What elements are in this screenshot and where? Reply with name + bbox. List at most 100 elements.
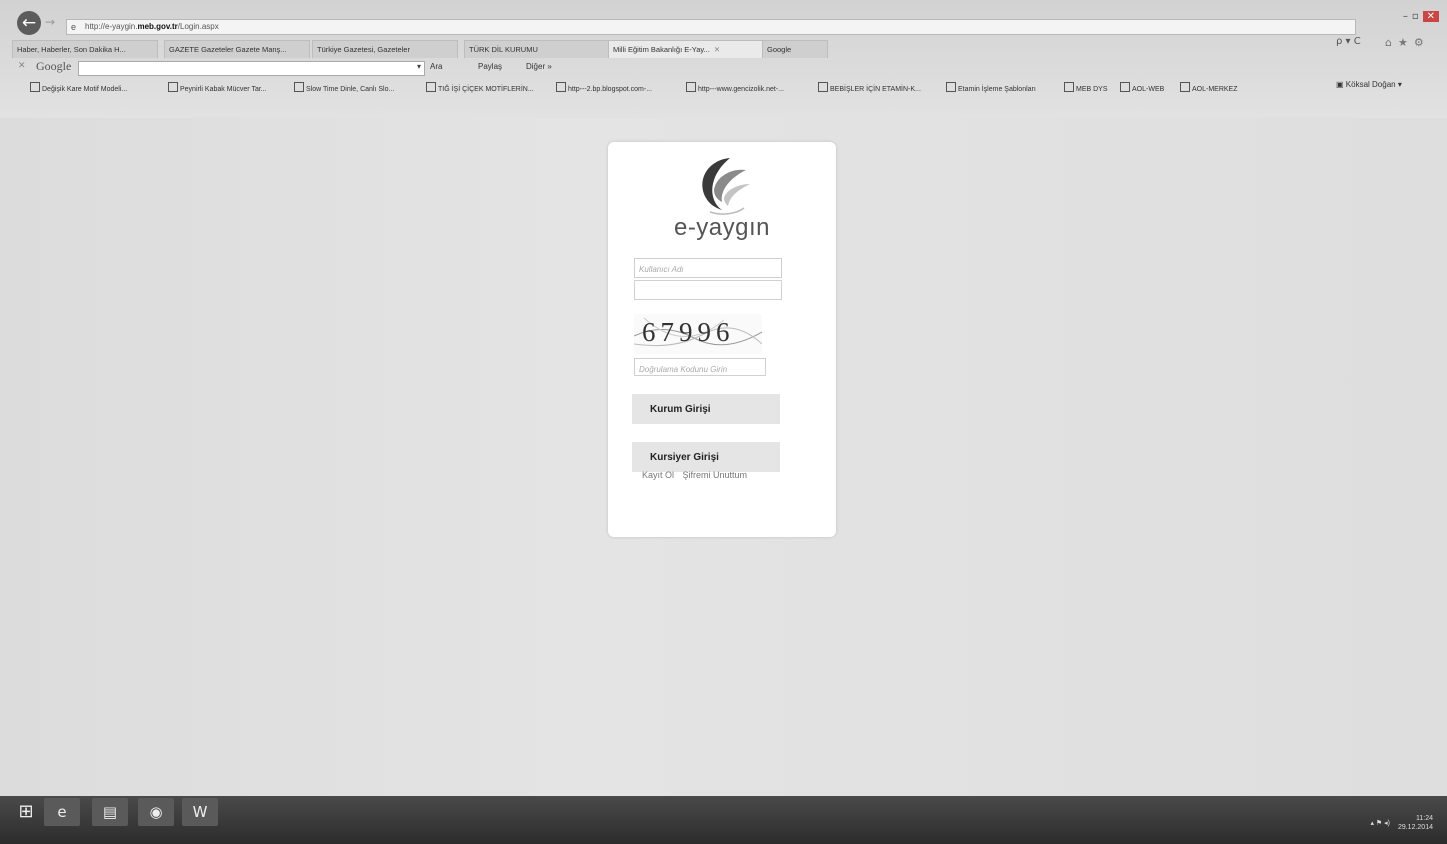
bookmark-icon — [556, 82, 566, 92]
bookmark-item[interactable]: AOL-WEB — [1120, 82, 1164, 97]
google-search-button[interactable]: Ara — [430, 62, 442, 71]
bookmark-label: AOL-MERKEZ — [1192, 86, 1238, 93]
username-field[interactable] — [634, 258, 782, 279]
account-links: Kayıt Ol Şifremi Unuttum — [642, 470, 753, 480]
captcha-input[interactable] — [635, 361, 765, 378]
bookmark-item[interactable]: Slow Time Dinle, Canlı Slo... — [294, 82, 394, 97]
back-arrow-icon[interactable]: ← — [17, 11, 41, 35]
bookmark-icon — [294, 82, 304, 92]
bookmark-icon — [1180, 82, 1190, 92]
home-icon[interactable]: ⌂ — [1385, 36, 1398, 49]
google-share-button[interactable]: Paylaş — [478, 62, 502, 71]
tab-turkiye[interactable]: Türkiye Gazetesi, Gazeteler — [312, 40, 458, 58]
google-more-button[interactable]: Diğer » — [526, 62, 552, 71]
url-path: /Login.aspx — [177, 22, 219, 31]
captcha-text: 67996 — [642, 317, 735, 347]
bookmark-label: BEBİŞLER İÇİN ETAMİN-K... — [830, 86, 921, 93]
google-search-input[interactable]: ▾ — [78, 61, 425, 76]
address-tools[interactable]: ρ ▾ C — [1336, 36, 1361, 47]
bookmark-icon — [1120, 82, 1130, 92]
tab-google[interactable]: Google — [762, 40, 828, 58]
minimize-icon[interactable]: – — [1403, 11, 1412, 22]
forward-arrow-icon[interactable]: → — [45, 15, 55, 29]
system-tray: ▴ ⚑ ◂) 11:24 29.12.2014 — [1370, 814, 1433, 832]
tab-meb-active[interactable]: Milli Eğitim Bakanlığı E-Yay... ✕ — [608, 40, 764, 58]
bookmark-label: Peynirli Kabak Mücver Tar... — [180, 86, 267, 93]
favorites-star-icon[interactable]: ★ — [1398, 36, 1414, 49]
tab-label: GAZETE Gazeteler Gazete Manş... — [169, 45, 287, 54]
bookmark-icon — [946, 82, 956, 92]
close-tab-icon[interactable]: ✕ — [714, 45, 720, 54]
url-prefix: http://e-yaygin. — [85, 22, 138, 31]
e-yaygin-logo-icon — [702, 158, 750, 215]
close-toolbar-icon[interactable]: ✕ — [18, 60, 26, 71]
maximize-icon[interactable]: ▫ — [1412, 11, 1423, 22]
bookmark-label: http---2.bp.blogspot.com-... — [568, 86, 653, 93]
settings-gear-icon[interactable]: ⚙ — [1414, 36, 1430, 49]
bookmark-label: TIĞ İŞİ ÇİÇEK MOTİFLERİN... — [438, 86, 534, 93]
taskbar: ⊞ e ▤ ◉ W ▴ ⚑ ◂) 11:24 29.12.2014 — [0, 796, 1447, 844]
tab-strip: Haber, Haberler, Son Dakika H... GAZETE … — [12, 40, 1332, 58]
bookmark-icon — [818, 82, 828, 92]
bookmark-item[interactable]: AOL-MERKEZ — [1180, 82, 1238, 97]
user-avatar-icon: ▣ — [1336, 80, 1346, 89]
captcha-image: 67996 — [634, 314, 762, 354]
user-name: Köksal Doğan ▾ — [1345, 80, 1402, 89]
bookmark-item[interactable]: http---www.gencizolik.net-... — [686, 82, 784, 97]
tab-haber[interactable]: Haber, Haberler, Son Dakika H... — [12, 40, 158, 58]
bookmark-label: MEB DYS — [1076, 86, 1108, 93]
clock-date: 29.12.2014 — [1397, 824, 1433, 831]
bookmark-item[interactable]: Değişik Kare Motif Modeli... — [30, 82, 127, 97]
bookmark-icon — [168, 82, 178, 92]
clock-time: 11:24 — [1416, 815, 1433, 822]
media-player-icon[interactable]: ◉ — [138, 798, 174, 826]
internet-explorer-icon[interactable]: e — [44, 798, 80, 826]
window-controls: –▫ ✕ — [1403, 11, 1439, 22]
tab-label: Milli Eğitim Bakanlığı E-Yay... — [613, 45, 710, 54]
bookmark-item[interactable]: MEB DYS — [1064, 82, 1108, 97]
logo-swoosh-light — [724, 184, 750, 206]
captcha-field[interactable] — [634, 358, 766, 378]
close-window-icon[interactable]: ✕ — [1422, 11, 1439, 22]
institution-login-button[interactable]: Kurum Girişi — [632, 394, 780, 424]
volume-icon[interactable]: ◂) — [1384, 820, 1390, 827]
tab-label: Google — [767, 45, 792, 54]
username-input[interactable] — [635, 260, 781, 279]
clock[interactable]: 11:24 29.12.2014 — [1398, 814, 1433, 832]
tab-label: Türkiye Gazetesi, Gazeteler — [317, 45, 410, 54]
trainee-login-button[interactable]: Kursiyer Girişi — [632, 442, 780, 472]
chevron-down-icon[interactable]: ▾ — [417, 62, 421, 71]
brand-name: e-yaygın — [673, 214, 771, 241]
tab-label: Haber, Haberler, Son Dakika H... — [17, 45, 126, 54]
address-bar[interactable]: e http://e-yaygin.meb.gov.tr/Login.aspx — [66, 19, 1356, 35]
bookmark-item[interactable]: TIĞ İŞİ ÇİÇEK MOTİFLERİN... — [426, 82, 534, 97]
bookmark-icon — [426, 82, 436, 92]
bookmark-icon — [1064, 82, 1074, 92]
bookmark-label: Değişik Kare Motif Modeli... — [42, 86, 128, 93]
bookmark-label: http---www.gencizolik.net-... — [698, 86, 784, 93]
word-icon[interactable]: W — [182, 798, 218, 826]
user-profile[interactable]: ▣ Köksal Doğan ▾ — [1336, 80, 1402, 89]
password-input[interactable] — [635, 282, 781, 301]
page-icon: e — [71, 22, 77, 32]
tab-gazete[interactable]: GAZETE Gazeteler Gazete Manş... — [164, 40, 310, 58]
bookmark-item[interactable]: BEBİŞLER İÇİN ETAMİN-K... — [818, 82, 921, 97]
bookmark-item[interactable]: Etamin İşleme Şablonları — [946, 82, 1036, 97]
forgot-password-link[interactable]: Şifremi Unuttum — [683, 470, 748, 480]
show-hidden-icons-icon[interactable]: ▴ — [1370, 820, 1374, 827]
flag-icon[interactable]: ⚑ — [1376, 820, 1382, 827]
start-windows-icon[interactable]: ⊞ — [8, 798, 44, 826]
file-explorer-icon[interactable]: ▤ — [92, 798, 128, 826]
google-brand: Google — [36, 59, 72, 73]
login-card: e-yaygın 67996 Kurum Girişi Kursiyer Gir… — [608, 142, 836, 537]
bookmark-item[interactable]: http---2.bp.blogspot.com-... — [556, 82, 652, 97]
bookmark-label: Slow Time Dinle, Canlı Slo... — [306, 86, 395, 93]
browser-toolbar-icons: ⌂★⚙ — [1385, 36, 1430, 49]
bookmarks-bar: Değişik Kare Motif Modeli... Peynirli Ka… — [0, 82, 1447, 96]
browser-chrome: ← → e http://e-yaygin.meb.gov.tr/Login.a… — [0, 0, 1447, 118]
tab-tdk[interactable]: TÜRK DİL KURUMU — [464, 40, 610, 58]
bookmark-item[interactable]: Peynirli Kabak Mücver Tar... — [168, 82, 267, 97]
register-link[interactable]: Kayıt Ol — [642, 470, 674, 480]
bookmark-label: Etamin İşleme Şablonları — [958, 86, 1036, 93]
password-field[interactable] — [634, 280, 782, 301]
